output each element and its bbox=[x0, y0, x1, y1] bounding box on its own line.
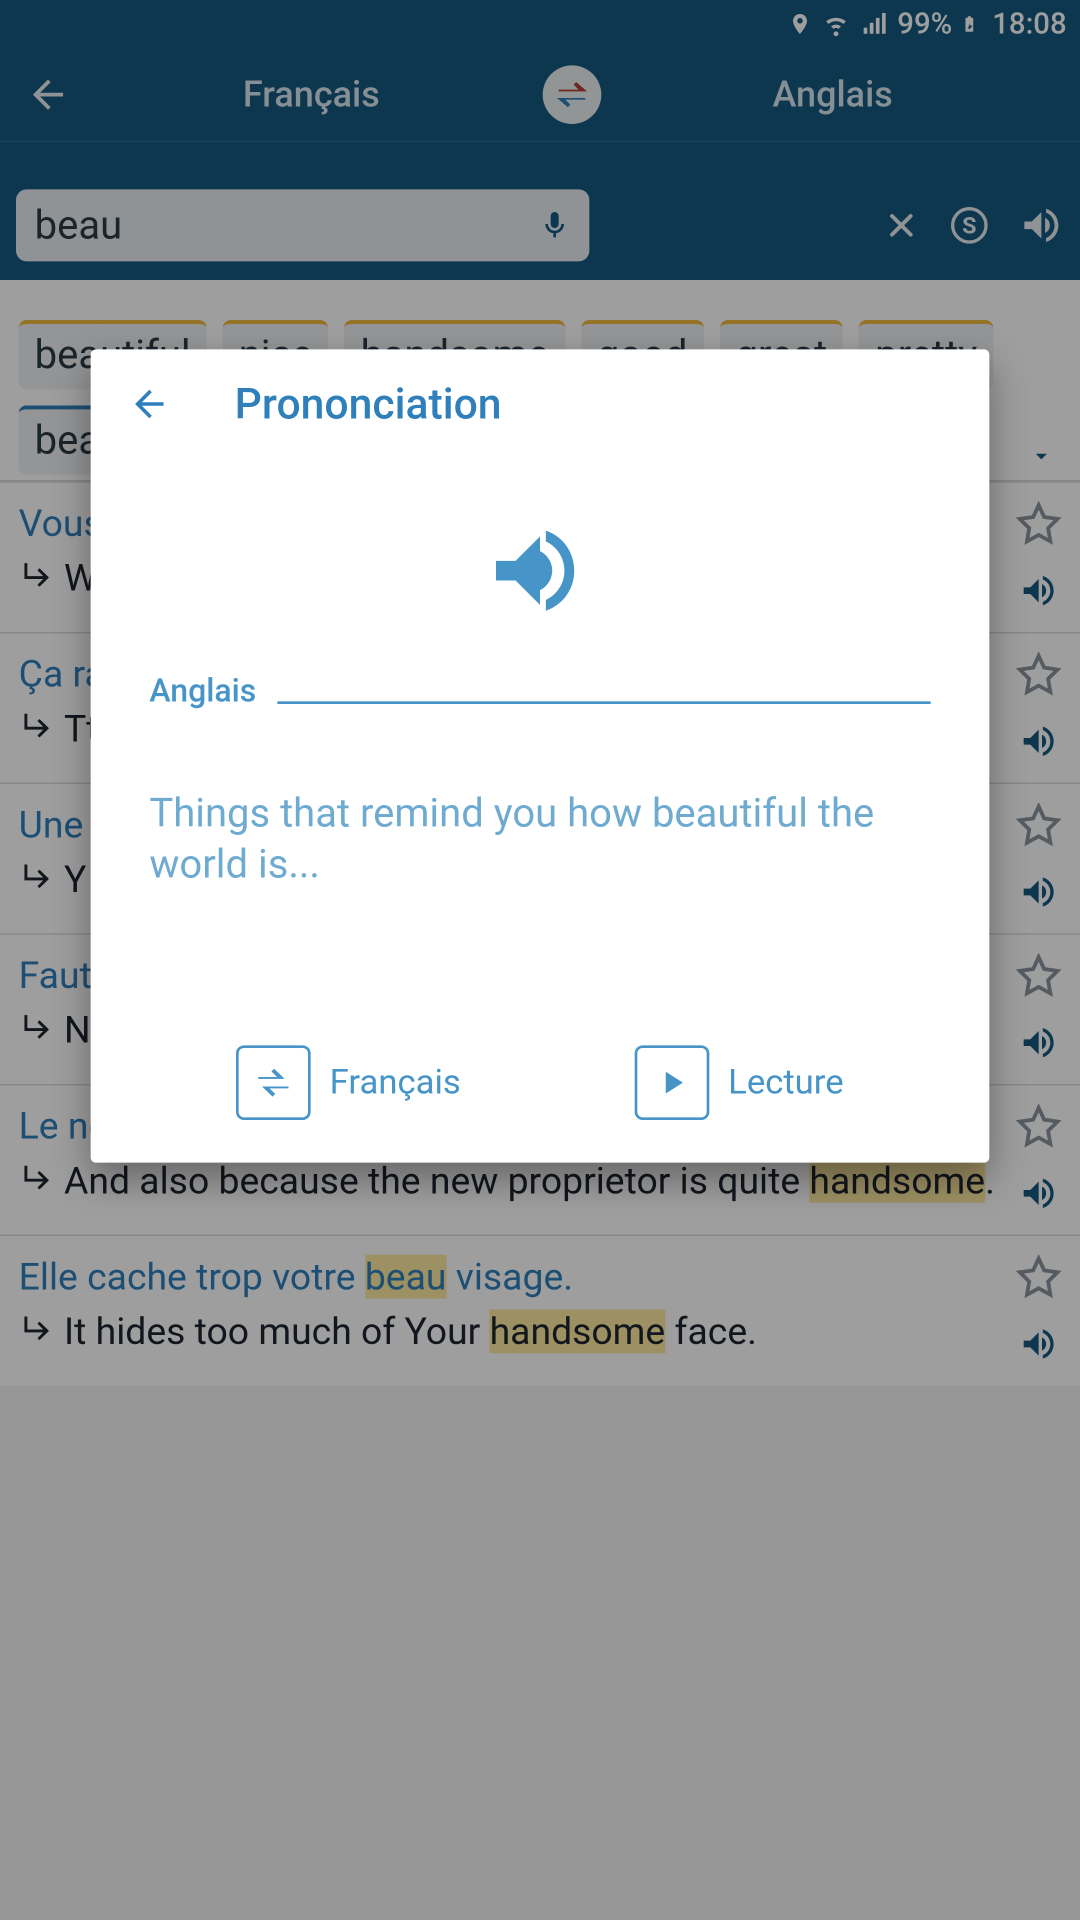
modal-play-button[interactable]: Lecture bbox=[635, 1045, 844, 1120]
play-icon bbox=[635, 1045, 710, 1120]
modal-back-icon[interactable] bbox=[128, 383, 171, 426]
modal-swap-label: Français bbox=[330, 1063, 461, 1103]
modal-play-label: Lecture bbox=[728, 1063, 843, 1103]
modal-title: Prononciation bbox=[235, 379, 502, 430]
modal-lang-label: Anglais bbox=[149, 672, 256, 709]
modal-lang-underline[interactable] bbox=[278, 701, 931, 704]
swap-icon bbox=[236, 1045, 311, 1120]
modal-sentence: Things that remind you how beautiful the… bbox=[128, 789, 952, 889]
pronunciation-modal: Prononciation Anglais Things that remind… bbox=[91, 349, 990, 1162]
modal-speaker-icon[interactable] bbox=[481, 512, 598, 629]
modal-swap-button[interactable]: Français bbox=[236, 1045, 460, 1120]
